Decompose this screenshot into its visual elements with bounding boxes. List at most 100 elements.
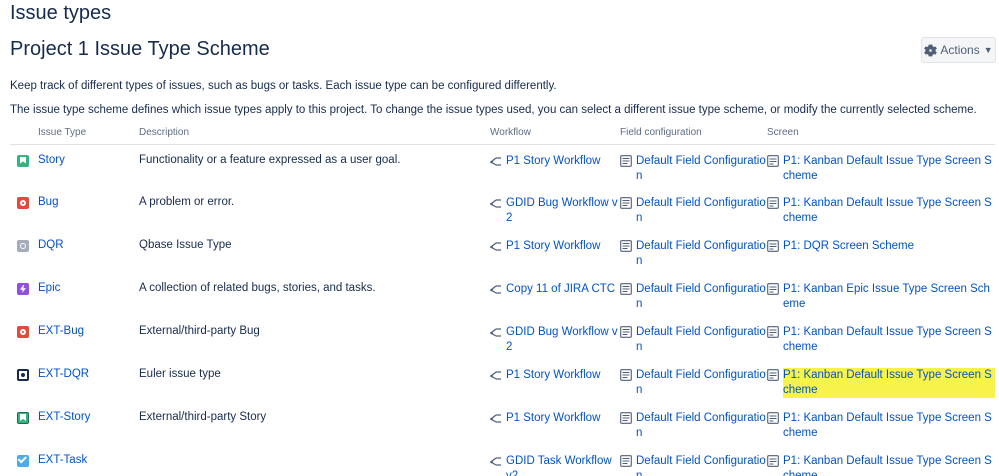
field-configuration-cell: Default Field Configuration xyxy=(620,316,767,359)
issue-type-link[interactable]: EXT-Task xyxy=(38,454,87,466)
field-configuration-cell: Default Field Configuration xyxy=(620,144,767,187)
screen-scheme-link[interactable]: P1: Kanban Default Issue Type Screen Sch… xyxy=(783,411,995,441)
epic-icon xyxy=(17,283,29,295)
workflow-link[interactable]: P1 Story Workflow xyxy=(506,411,600,426)
table-row: EXT-Task GDID Task Workflow v2 Default F… xyxy=(10,445,995,476)
field-configuration-icon xyxy=(620,154,632,167)
issue-type-icon-cell xyxy=(10,316,38,359)
field-configuration-icon xyxy=(620,455,632,467)
issue-type-link[interactable]: Story xyxy=(38,154,65,166)
workflow-link[interactable]: P1 Story Workflow xyxy=(506,368,600,383)
issue-type-description: External/third-party Bug xyxy=(139,325,260,337)
description-cell: Qbase Issue Type xyxy=(139,230,490,273)
screen-scheme-link[interactable]: P1: Kanban Default Issue Type Screen Sch… xyxy=(783,196,995,226)
table-row: Bug A problem or error. GDID Bug Workflo… xyxy=(10,187,995,230)
issue-type-link[interactable]: EXT-Story xyxy=(38,411,90,423)
field-configuration-link[interactable]: Default Field Configuration xyxy=(636,325,767,355)
field-configuration-cell: Default Field Configuration xyxy=(620,273,767,316)
table-header-row: Issue Type Description Workflow Field co… xyxy=(10,122,995,145)
issue-type-cell: EXT-Story xyxy=(38,402,139,445)
field-configuration-link[interactable]: Default Field Configuration xyxy=(636,454,767,476)
header-field-configuration: Field configuration xyxy=(620,122,767,145)
actions-button[interactable]: Actions ▼ xyxy=(921,37,996,63)
screen-cell: P1: Kanban Default Issue Type Screen Sch… xyxy=(767,316,995,359)
field-configuration-cell: Default Field Configuration xyxy=(620,402,767,445)
header-workflow: Workflow xyxy=(490,122,620,145)
issue-type-link[interactable]: Bug xyxy=(38,196,58,208)
issue-type-cell: Bug xyxy=(38,187,139,230)
issue-type-cell: Story xyxy=(38,144,139,187)
issue-type-icon-cell xyxy=(10,187,38,230)
issue-types-table: Issue Type Description Workflow Field co… xyxy=(10,122,995,476)
workflow-link[interactable]: GDID Bug Workflow v2 xyxy=(506,196,620,226)
screen-scheme-link[interactable]: P1: Kanban Default Issue Type Screen Sch… xyxy=(783,154,995,184)
page-heading: Issue types xyxy=(10,2,112,24)
field-configuration-link[interactable]: Default Field Configuration xyxy=(636,368,767,398)
screen-cell: P1: Kanban Default Issue Type Screen Sch… xyxy=(767,144,995,187)
workflow-icon xyxy=(490,155,502,167)
issue-type-link[interactable]: EXT-Bug xyxy=(38,325,84,337)
workflow-icon xyxy=(490,369,502,381)
screen-scheme-icon xyxy=(767,154,779,167)
description-cell: A collection of related bugs, stories, a… xyxy=(139,273,490,316)
issue-type-description: A problem or error. xyxy=(139,196,235,208)
ext-dqr-icon xyxy=(17,369,29,381)
issue-type-icon-cell xyxy=(10,273,38,316)
screen-cell: P1: Kanban Default Issue Type Screen Sch… xyxy=(767,359,995,402)
issue-type-icon-cell xyxy=(10,230,38,273)
gear-icon xyxy=(924,44,938,56)
actions-label: Actions xyxy=(940,43,980,57)
description-cell: Functionality or a feature expressed as … xyxy=(139,144,490,187)
issue-type-link[interactable]: Epic xyxy=(38,282,60,294)
workflow-icon xyxy=(490,197,502,209)
field-configuration-icon xyxy=(620,326,632,338)
workflow-link[interactable]: GDID Bug Workflow v2 xyxy=(506,325,620,355)
workflow-link[interactable]: P1 Story Workflow xyxy=(506,239,600,254)
screen-scheme-link[interactable]: P1: DQR Screen Scheme xyxy=(783,239,914,254)
issue-type-cell: Epic xyxy=(38,273,139,316)
field-configuration-link[interactable]: Default Field Configuration xyxy=(636,154,767,184)
issue-type-description: A collection of related bugs, stories, a… xyxy=(139,282,376,294)
issue-type-description: Euler issue type xyxy=(139,368,221,380)
description-cell xyxy=(139,445,490,476)
screen-cell: P1: DQR Screen Scheme xyxy=(767,230,995,273)
field-configuration-icon xyxy=(620,283,632,295)
workflow-cell: P1 Story Workflow xyxy=(490,359,620,402)
issue-type-link[interactable]: DQR xyxy=(38,239,64,251)
dqr-icon xyxy=(17,240,29,252)
screen-scheme-icon xyxy=(767,369,779,381)
screen-scheme-link[interactable]: P1: Kanban Epic Issue Type Screen Scheme xyxy=(783,282,995,312)
bug-icon xyxy=(17,197,29,209)
issue-type-link[interactable]: EXT-DQR xyxy=(38,368,89,380)
table-row: Story Functionality or a feature express… xyxy=(10,144,995,187)
issue-type-cell: EXT-DQR xyxy=(38,359,139,402)
screen-scheme-icon xyxy=(767,240,779,252)
header-issue-type: Issue Type xyxy=(38,122,139,145)
field-configuration-link[interactable]: Default Field Configuration xyxy=(636,411,767,441)
screen-cell: P1: Kanban Default Issue Type Screen Sch… xyxy=(767,187,995,230)
screen-scheme-link[interactable]: P1: Kanban Default Issue Type Screen Sch… xyxy=(783,454,995,476)
workflow-link[interactable]: GDID Task Workflow v2 xyxy=(506,454,620,476)
field-configuration-link[interactable]: Default Field Configuration xyxy=(636,239,767,269)
issue-type-icon-cell xyxy=(10,445,38,476)
screen-cell: P1: Kanban Default Issue Type Screen Sch… xyxy=(767,402,995,445)
screen-scheme-icon xyxy=(767,326,779,338)
issue-type-description: External/third-party Story xyxy=(139,411,267,423)
story-icon xyxy=(17,154,29,167)
field-configuration-link[interactable]: Default Field Configuration xyxy=(636,282,767,312)
field-configuration-link[interactable]: Default Field Configuration xyxy=(636,196,767,226)
screen-cell: P1: Kanban Default Issue Type Screen Sch… xyxy=(767,445,995,476)
screen-scheme-link[interactable]: P1: Kanban Default Issue Type Screen Sch… xyxy=(783,368,995,398)
issue-type-icon-cell xyxy=(10,359,38,402)
workflow-link[interactable]: Copy 11 of JIRA CTC xyxy=(506,282,615,297)
ext-story-icon xyxy=(17,412,29,424)
issue-type-icon-cell xyxy=(10,144,38,187)
description-cell: External/third-party Bug xyxy=(139,316,490,359)
screen-scheme-icon xyxy=(767,455,779,467)
screen-scheme-link[interactable]: P1: Kanban Default Issue Type Screen Sch… xyxy=(783,325,995,355)
table-row: Epic A collection of related bugs, stori… xyxy=(10,273,995,316)
chevron-down-icon: ▼ xyxy=(983,45,993,55)
workflow-cell: GDID Bug Workflow v2 xyxy=(490,316,620,359)
header-icon-col xyxy=(10,122,38,145)
workflow-link[interactable]: P1 Story Workflow xyxy=(506,154,600,169)
